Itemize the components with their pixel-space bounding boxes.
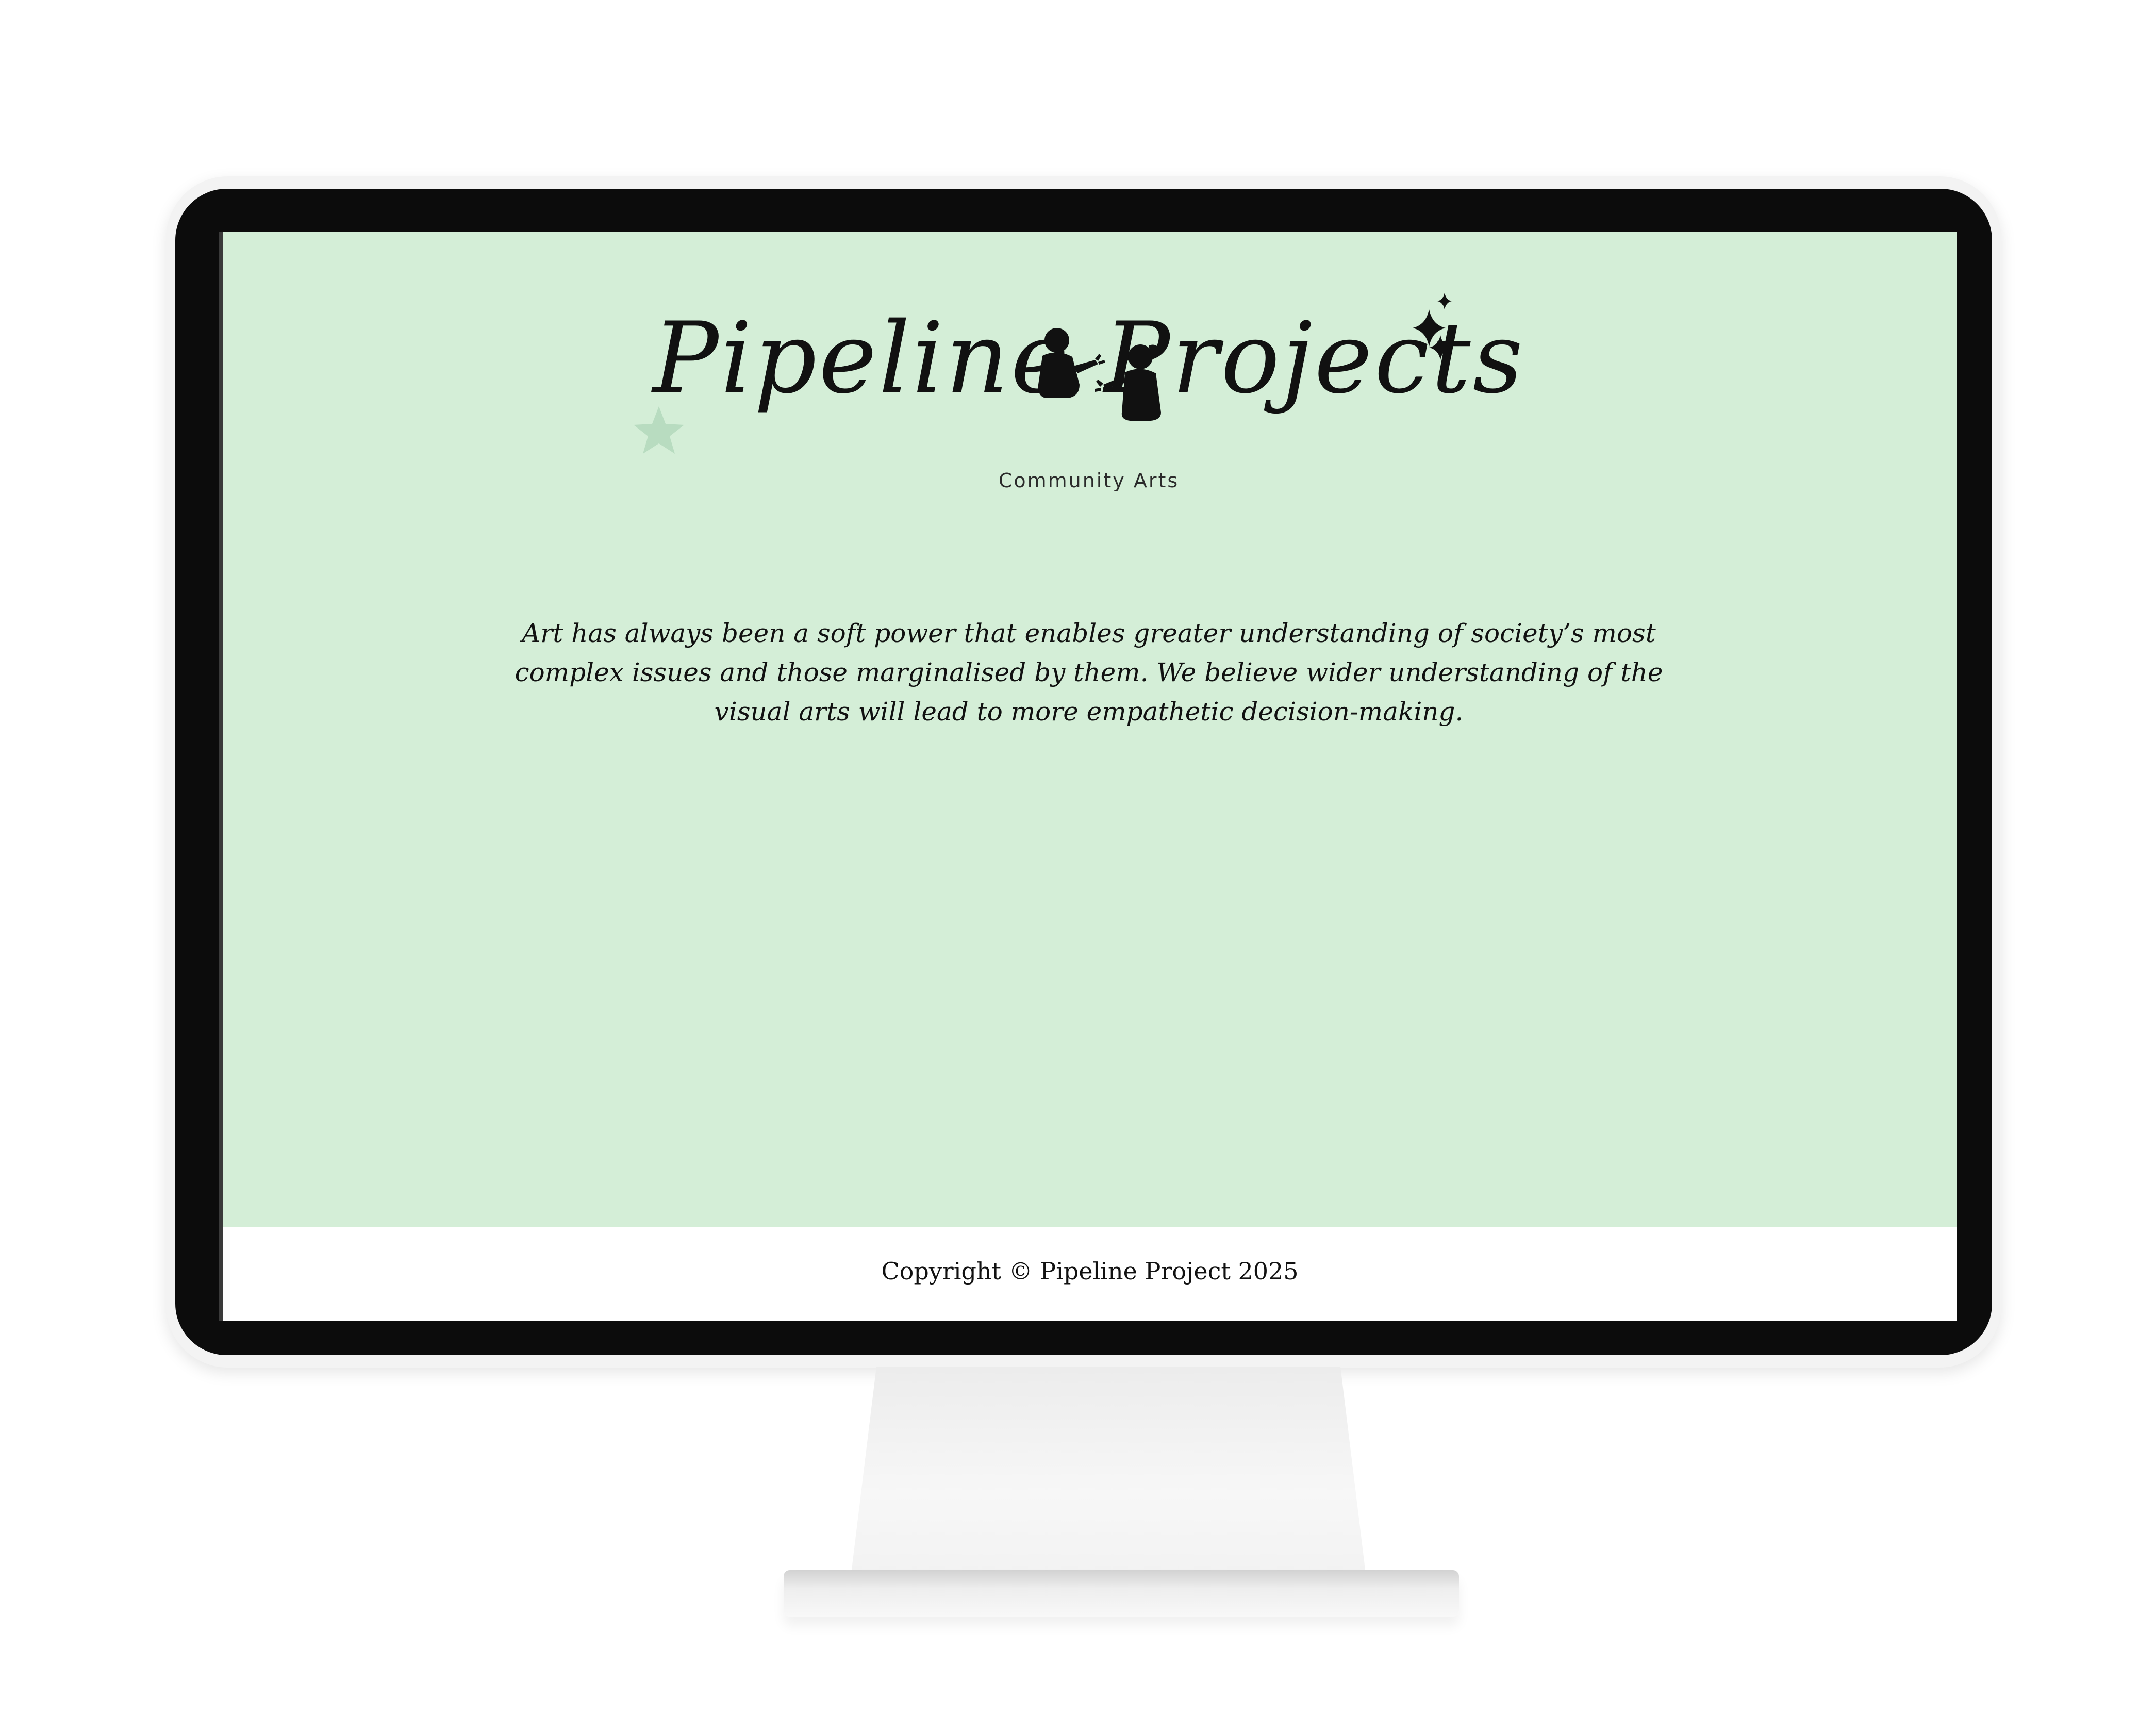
site-logo[interactable]: Pipeline Projects bbox=[532, 263, 1646, 469]
site-tagline: Community Arts bbox=[998, 469, 1180, 492]
site-footer: Copyright © Pipeline Project 2025 bbox=[223, 1227, 1957, 1321]
site-header: Pipeline Projects Community Arts bbox=[532, 263, 1646, 511]
website-screen: Pipeline Projects Community Arts Art has… bbox=[219, 232, 1957, 1321]
monitor-stand-neck bbox=[851, 1367, 1366, 1578]
copyright-text: Copyright © Pipeline Project 2025 bbox=[881, 1257, 1299, 1285]
logo-wordmark: Pipeline Projects bbox=[651, 301, 1525, 415]
mission-statement: Art has always been a soft power that en… bbox=[515, 618, 1663, 727]
monitor-stand-base bbox=[784, 1570, 1459, 1617]
